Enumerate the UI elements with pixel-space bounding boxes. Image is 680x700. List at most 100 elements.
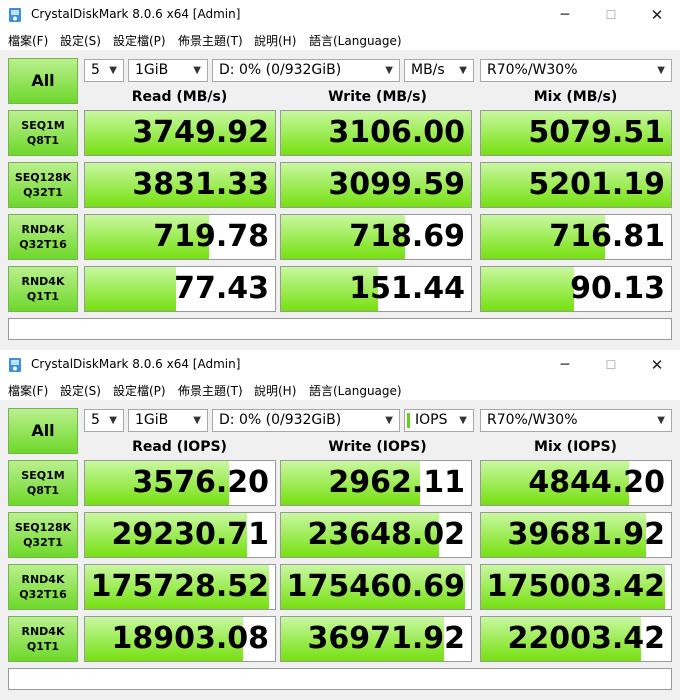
count-select[interactable]: 5 ▼ (84, 409, 124, 432)
mix-value: 4844.20 (528, 465, 665, 500)
write-result: 3099.59 (280, 162, 472, 208)
cdm-window-iops: CrystalDiskMark 8.0.6 x64 [Admin] ─ ☐ ✕ … (0, 350, 680, 700)
read-value: 3831.33 (132, 167, 269, 202)
write-value: 3106.00 (328, 115, 465, 150)
read-result: 18903.08 (84, 616, 276, 662)
row-label-test: SEQ128K (14, 171, 72, 184)
chevron-down-icon: ▼ (459, 415, 467, 426)
menu-language[interactable]: 語言(Language) (309, 382, 402, 399)
write-header: Write (MB/s) (328, 89, 427, 105)
menu-language[interactable]: 語言(Language) (309, 32, 402, 49)
row-label-test: RND4K (21, 573, 65, 586)
unit-select[interactable]: MB/s ▼ (404, 59, 474, 82)
menu-help[interactable]: 說明(H) (254, 382, 296, 399)
comment-field[interactable] (8, 318, 672, 340)
mix-select[interactable]: R70%/W30% ▼ (480, 409, 672, 432)
drive-select[interactable]: D: 0% (0/932GiB) ▼ (212, 59, 400, 82)
menu-file[interactable]: 檔案(F) (8, 32, 48, 49)
read-value: 3576.20 (132, 465, 269, 500)
row-label-queue: Q32T16 (19, 588, 67, 601)
write-result: 718.69 (280, 214, 472, 260)
menu-profile[interactable]: 設定檔(P) (113, 382, 166, 399)
row-label-queue: Q8T1 (26, 134, 60, 147)
chevron-down-icon: ▼ (385, 415, 393, 426)
all-button[interactable]: All (8, 58, 78, 104)
seq1m-q8t1-button[interactable]: SEQ1M Q8T1 (8, 110, 78, 156)
rnd4k-q32t16-button[interactable]: RND4K Q32T16 (8, 214, 78, 260)
title-bar[interactable]: CrystalDiskMark 8.0.6 x64 [Admin] ─ ☐ ✕ (0, 0, 680, 30)
unit-value: IOPS (415, 412, 448, 428)
read-result: 3749.92 (84, 110, 276, 156)
size-select[interactable]: 1GiB ▼ (128, 409, 208, 432)
seq128k-q32t1-button[interactable]: SEQ128K Q32T1 (8, 512, 78, 558)
menu-profile[interactable]: 設定檔(P) (113, 32, 166, 49)
minimize-icon[interactable]: ─ (542, 350, 588, 380)
mix-result: 4844.20 (480, 460, 672, 506)
drive-value: D: 0% (0/932GiB) (219, 412, 342, 428)
mix-result: 5201.19 (480, 162, 672, 208)
read-result: 3576.20 (84, 460, 276, 506)
write-value: 36971.92 (307, 621, 465, 656)
seq128k-q32t1-button[interactable]: SEQ128K Q32T1 (8, 162, 78, 208)
row-label-test: RND4K (21, 625, 65, 638)
write-value: 175460.69 (286, 569, 465, 604)
menu-bar: 檔案(F) 設定(S) 設定檔(P) 佈景主題(T) 說明(H) 語言(Lang… (0, 380, 680, 400)
mix-result: 175003.42 (480, 564, 672, 610)
unit-select[interactable]: IOPS ▼ (404, 409, 474, 432)
row-label-queue: Q32T1 (23, 186, 63, 199)
drive-select[interactable]: D: 0% (0/932GiB) ▼ (212, 409, 400, 432)
read-result: 29230.71 (84, 512, 276, 558)
comment-field[interactable] (8, 668, 672, 690)
count-select[interactable]: 5 ▼ (84, 59, 124, 82)
seq1m-q8t1-button[interactable]: SEQ1M Q8T1 (8, 460, 78, 506)
focus-indicator (407, 413, 410, 428)
count-value: 5 (91, 62, 100, 78)
minimize-icon[interactable]: ─ (542, 0, 588, 30)
read-value: 3749.92 (132, 115, 269, 150)
title-bar[interactable]: CrystalDiskMark 8.0.6 x64 [Admin] ─ ☐ ✕ (0, 350, 680, 380)
menu-theme[interactable]: 佈景主題(T) (178, 382, 243, 399)
mix-select[interactable]: R70%/W30% ▼ (480, 59, 672, 82)
row-label-test: RND4K (21, 275, 65, 288)
close-icon[interactable]: ✕ (634, 350, 680, 380)
all-button[interactable]: All (8, 408, 78, 454)
chevron-down-icon: ▼ (193, 65, 201, 76)
size-select[interactable]: 1GiB ▼ (128, 59, 208, 82)
write-header: Write (IOPS) (328, 439, 427, 455)
menu-settings[interactable]: 設定(S) (60, 382, 101, 399)
read-value: 77.43 (174, 271, 269, 306)
menu-theme[interactable]: 佈景主題(T) (178, 32, 243, 49)
read-value: 18903.08 (111, 621, 269, 656)
read-result: 719.78 (84, 214, 276, 260)
menu-bar: 檔案(F) 設定(S) 設定檔(P) 佈景主題(T) 說明(H) 語言(Lang… (0, 30, 680, 50)
maximize-icon[interactable]: ☐ (588, 0, 634, 30)
write-value: 718.69 (349, 219, 465, 254)
menu-file[interactable]: 檔案(F) (8, 382, 48, 399)
write-result: 175460.69 (280, 564, 472, 610)
close-icon[interactable]: ✕ (634, 0, 680, 30)
chevron-down-icon: ▼ (657, 415, 665, 426)
row-label-queue: Q8T1 (26, 484, 60, 497)
rnd4k-q1t1-button[interactable]: RND4K Q1T1 (8, 616, 78, 662)
mix-header: Mix (IOPS) (534, 439, 617, 455)
write-result: 151.44 (280, 266, 472, 312)
row-label-test: SEQ128K (14, 521, 72, 534)
row-label-test: SEQ1M (21, 119, 65, 132)
mix-value: 39681.92 (507, 517, 665, 552)
menu-help[interactable]: 說明(H) (254, 32, 296, 49)
rnd4k-q32t16-button[interactable]: RND4K Q32T16 (8, 564, 78, 610)
window-title: CrystalDiskMark 8.0.6 x64 [Admin] (31, 7, 241, 21)
size-value: 1GiB (135, 412, 169, 428)
maximize-icon[interactable]: ☐ (588, 350, 634, 380)
write-value: 2962.11 (328, 465, 465, 500)
window-title: CrystalDiskMark 8.0.6 x64 [Admin] (31, 357, 241, 371)
mix-result: 716.81 (480, 214, 672, 260)
row-label-queue: Q1T1 (26, 640, 60, 653)
write-result: 36971.92 (280, 616, 472, 662)
unit-value: MB/s (411, 62, 445, 78)
rnd4k-q1t1-button[interactable]: RND4K Q1T1 (8, 266, 78, 312)
mix-result: 22003.42 (480, 616, 672, 662)
chevron-down-icon: ▼ (109, 65, 117, 76)
menu-settings[interactable]: 設定(S) (60, 32, 101, 49)
mix-result: 5079.51 (480, 110, 672, 156)
